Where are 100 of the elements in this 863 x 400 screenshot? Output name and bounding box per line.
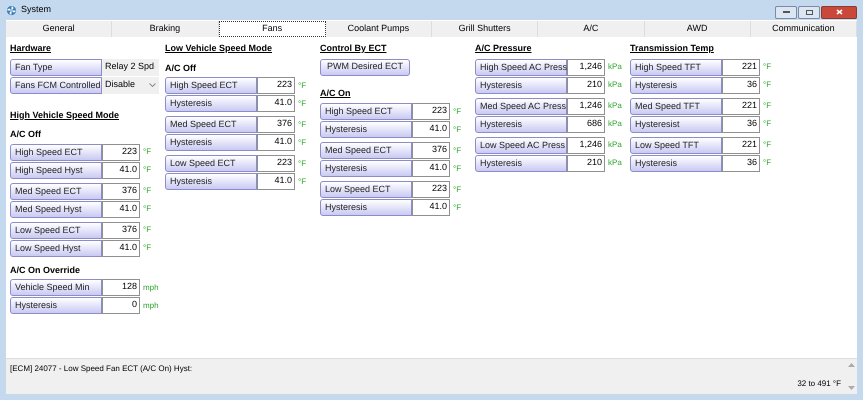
- value-field[interactable]: 41.0: [102, 200, 140, 218]
- value-field[interactable]: 41.0: [412, 199, 450, 216]
- unit-label: °F: [298, 118, 306, 130]
- value-field[interactable]: 36: [722, 76, 760, 94]
- unit-label: kPa: [608, 118, 622, 130]
- field-label: Med Speed ECT: [165, 116, 257, 133]
- value-field[interactable]: 128: [102, 279, 140, 296]
- section-heading: A/C On: [320, 86, 350, 100]
- field-label: Med Speed ECT: [10, 182, 102, 200]
- status-message: [ECM] 24077 - Low Speed Fan ECT (A/C On) Hyst:: [10, 363, 192, 375]
- value-field[interactable]: 223: [102, 144, 140, 160]
- tab[interactable]: Grill Shutters: [432, 21, 538, 37]
- field-label: Med Speed TFT: [630, 98, 722, 114]
- value-field[interactable]: 221: [722, 58, 760, 76]
- value-field[interactable]: 221: [722, 98, 760, 114]
- unit-label: °F: [763, 157, 772, 169]
- field-label: Hysteresis: [320, 160, 412, 177]
- tab[interactable]: General: [6, 21, 112, 37]
- unit-label: mph: [143, 300, 159, 312]
- value-field[interactable]: 41.0: [257, 134, 295, 151]
- section-heading: Transmission Temp: [630, 42, 714, 55]
- field-label: High Speed AC Press: [475, 58, 567, 76]
- window-title: System: [21, 3, 52, 16]
- value-range: 32 to 491 °F: [797, 378, 841, 390]
- unit-label: °F: [453, 124, 462, 136]
- field-label: Hysteresis: [10, 297, 102, 314]
- value-field[interactable]: 223: [412, 181, 450, 198]
- unit-label: kPa: [608, 100, 622, 112]
- close-icon: [836, 9, 842, 15]
- unit-label: °F: [453, 106, 462, 118]
- field-label: Low Speed TFT: [630, 136, 722, 154]
- field-label: High Speed TFT: [630, 58, 722, 76]
- tab[interactable]: A/C: [538, 21, 644, 37]
- unit-label: °F: [298, 136, 306, 148]
- value-field[interactable]: 376: [257, 116, 295, 133]
- field-label: Hysteresis: [475, 116, 567, 132]
- unit-label: °F: [298, 80, 306, 92]
- value-field[interactable]: 210: [567, 154, 605, 172]
- value-field[interactable]: 686: [567, 116, 605, 132]
- value-field[interactable]: 1,246: [567, 58, 605, 76]
- field-label: Fans FCM Controlled: [10, 76, 102, 94]
- dropdown[interactable]: Disable: [102, 76, 159, 94]
- unit-label: °F: [298, 158, 306, 170]
- field-label: Low Speed ECT: [165, 155, 257, 172]
- unit-label: °F: [143, 146, 152, 158]
- field-label: High Speed ECT: [10, 144, 102, 160]
- unit-label: kPa: [608, 139, 622, 151]
- tab[interactable]: Fans: [218, 21, 326, 37]
- pwm-desired-ect-button[interactable]: PWM Desired ECT: [320, 58, 410, 76]
- tab[interactable]: AWD: [644, 21, 751, 37]
- value-field[interactable]: 376: [102, 222, 140, 238]
- field-label: Hysteresis: [320, 199, 412, 216]
- unit-label: kPa: [608, 157, 622, 169]
- chevron-icon: [149, 83, 156, 87]
- tab[interactable]: Coolant Pumps: [326, 21, 432, 37]
- value-field[interactable]: 1,246: [567, 136, 605, 154]
- value-field[interactable]: 210: [567, 76, 605, 94]
- unit-label: °F: [453, 184, 462, 196]
- value-field[interactable]: 41.0: [412, 160, 450, 177]
- value-field[interactable]: 0: [102, 297, 140, 314]
- section-heading: Low Vehicle Speed Mode: [165, 42, 272, 55]
- value-field[interactable]: 41.0: [412, 121, 450, 138]
- value-field[interactable]: 36: [722, 116, 760, 132]
- value-field[interactable]: 376: [102, 182, 140, 200]
- value-field[interactable]: 221: [722, 136, 760, 154]
- value-field[interactable]: 41.0: [102, 240, 140, 256]
- field-label: Fan Type: [10, 58, 102, 76]
- value-field[interactable]: 376: [412, 142, 450, 159]
- field-label: Low Speed ECT: [320, 181, 412, 198]
- unit-label: °F: [143, 185, 152, 197]
- value-field[interactable]: 41.0: [257, 95, 295, 112]
- value-field[interactable]: 41.0: [257, 173, 295, 190]
- section-heading: A/C Pressure: [475, 42, 532, 55]
- section-heading: Control By ECT: [320, 42, 386, 55]
- value-field[interactable]: 1,246: [567, 98, 605, 114]
- field-label: Low Speed AC Press: [475, 136, 567, 154]
- field-label: Hysteresis: [165, 173, 257, 190]
- unit-label: °F: [298, 98, 306, 110]
- unit-label: °F: [763, 61, 772, 73]
- subsection-heading: A/C Off: [10, 128, 41, 141]
- value-field[interactable]: 36: [722, 154, 760, 172]
- value-field[interactable]: 223: [257, 155, 295, 172]
- unit-label: °F: [453, 202, 462, 214]
- value-field[interactable]: 41.0: [102, 162, 140, 178]
- value-field[interactable]: 223: [257, 77, 295, 94]
- minimize-button[interactable]: [775, 6, 797, 18]
- subsection-heading: A/C On Override: [10, 264, 80, 276]
- unit-label: °F: [763, 79, 772, 91]
- unit-label: °F: [763, 100, 772, 112]
- value-field[interactable]: 223: [412, 103, 450, 120]
- close-button[interactable]: [821, 6, 857, 18]
- tab[interactable]: Communication: [750, 21, 857, 37]
- field-label: Vehicle Speed Min: [10, 279, 102, 296]
- field-label: Hysteresis: [320, 121, 412, 138]
- unit-label: °F: [143, 224, 152, 236]
- maximize-button[interactable]: [798, 6, 820, 18]
- field-label: High Speed Hyst: [10, 162, 102, 178]
- field-label: Hysteresis: [475, 76, 567, 94]
- dropdown[interactable]: Relay 2 Spd: [102, 58, 159, 76]
- section-heading: High Vehicle Speed Mode: [10, 108, 120, 122]
